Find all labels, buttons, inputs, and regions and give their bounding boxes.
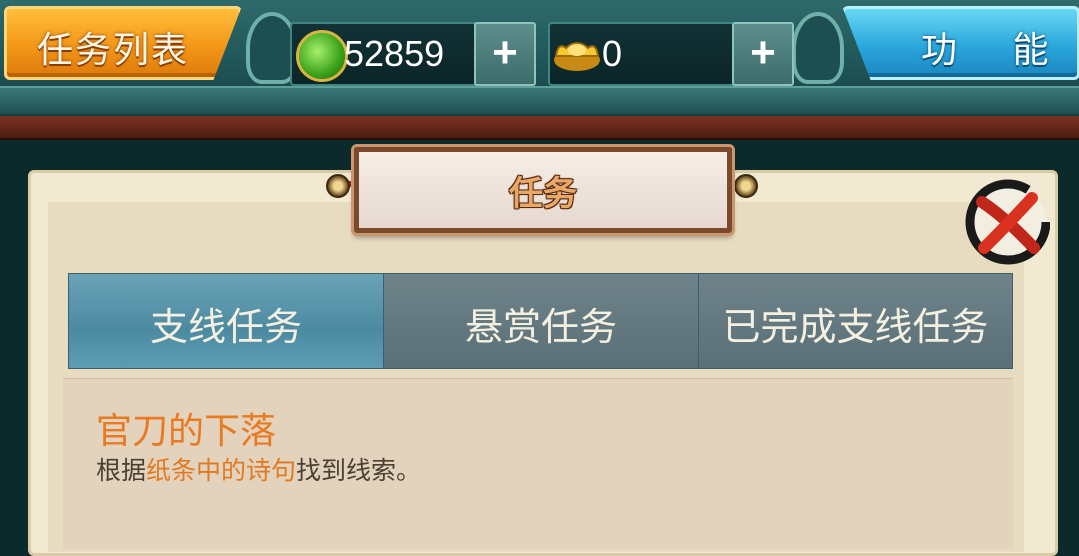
tab-label: 已完成支线任务	[722, 305, 989, 349]
quest-list-button[interactable]: 任务列表	[4, 6, 242, 80]
wood-trim	[0, 116, 1079, 140]
close-icon[interactable]	[962, 178, 1050, 266]
plus-icon: +	[750, 28, 776, 77]
quest-title: 官刀的下落	[96, 411, 277, 452]
plaque-knob	[326, 174, 350, 198]
plus-icon: +	[492, 28, 518, 77]
ingot-currency-box: 0 +	[548, 22, 794, 86]
tab-completed-side-quests[interactable]: 已完成支线任务	[698, 273, 1013, 369]
scroll-ornament-icon	[792, 12, 844, 84]
top-bar-rail	[0, 86, 1079, 114]
quest-description: 根据纸条中的诗句找到线索。	[96, 451, 421, 487]
quest-desc-prefix: 根据	[96, 456, 147, 485]
plaque-knob	[734, 174, 758, 198]
quest-desc-suffix: 找到线索。	[296, 456, 422, 485]
function-button[interactable]: 功 能	[842, 6, 1079, 80]
jade-currency-box: 52859 +	[290, 22, 536, 86]
ingot-amount: 0	[602, 33, 623, 74]
gold-ingot-icon	[554, 42, 600, 71]
jade-currency-icon	[296, 30, 348, 82]
dialog-title-plaque: 任务	[354, 147, 732, 233]
jade-amount: 52859	[344, 33, 445, 74]
tab-side-quests[interactable]: 支线任务	[68, 273, 384, 369]
dialog-title: 任务	[509, 174, 577, 214]
quest-desc-highlight: 纸条中的诗句	[146, 456, 297, 485]
tab-bounty-quests[interactable]: 悬赏任务	[383, 273, 699, 369]
quest-list-label: 任务列表	[37, 30, 190, 71]
tab-label: 支线任务	[149, 305, 302, 349]
tab-label: 悬赏任务	[464, 305, 617, 349]
add-jade-button[interactable]: +	[474, 22, 536, 86]
add-ingot-button[interactable]: +	[732, 22, 794, 86]
function-label: 功 能	[921, 30, 1071, 71]
